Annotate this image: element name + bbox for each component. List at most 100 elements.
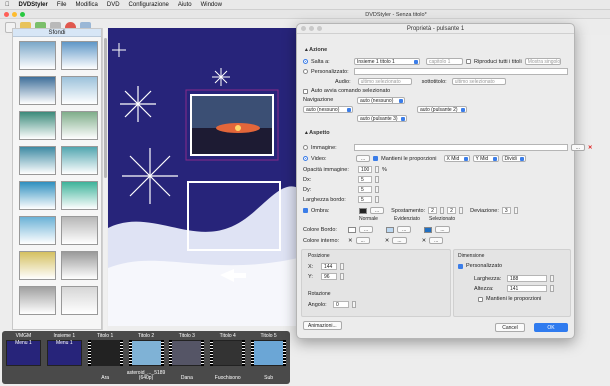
apple-icon[interactable]: 	[5, 2, 10, 8]
background-thumbnail[interactable]	[61, 216, 98, 245]
zoom-icon[interactable]	[20, 12, 25, 17]
altezza-stepper[interactable]	[550, 285, 554, 292]
x-field[interactable]: 144	[321, 263, 337, 270]
y-field[interactable]: 96	[321, 273, 337, 280]
cancel-button[interactable]: Cancel	[495, 323, 525, 332]
animazioni-button[interactable]: Animazioni...	[303, 321, 342, 330]
strip-item[interactable]: Titolo 3 Dana	[167, 333, 206, 381]
background-thumbnail[interactable]	[61, 76, 98, 105]
menu-modifica[interactable]: Modifica	[76, 2, 98, 8]
background-thumbnail[interactable]	[61, 181, 98, 210]
spostamento-y-field[interactable]: 2	[447, 207, 457, 214]
altezza-field[interactable]: 141	[507, 285, 547, 292]
angolo-stepper[interactable]	[352, 301, 356, 308]
background-thumbnail[interactable]	[19, 41, 56, 70]
immagine-browse-button[interactable]: ...	[570, 144, 585, 151]
nav-left-select[interactable]: auto (nessuno)	[303, 106, 353, 113]
menu-aiuto[interactable]: Aiuto	[178, 2, 192, 8]
strip-item[interactable]: VMGM Menu 1	[4, 333, 43, 381]
ombra-checkbox[interactable]	[303, 208, 308, 213]
personalizzato-radio[interactable]	[303, 69, 308, 74]
panel-scrollbar[interactable]	[102, 28, 107, 330]
section-azione[interactable]: ▴ Azione	[305, 47, 327, 53]
background-thumbnail[interactable]	[19, 76, 56, 105]
background-thumbnail[interactable]	[19, 181, 56, 210]
zoom-icon[interactable]	[317, 26, 322, 31]
strip-item[interactable]: Titolo 5 Sub	[249, 333, 288, 381]
bordo-normale-button[interactable]: ...	[359, 226, 374, 233]
interno-evidenziato-none-icon[interactable]: ✕	[385, 238, 390, 244]
bordo-evidenziato-button[interactable]: ...	[397, 226, 412, 233]
immagine-field[interactable]	[353, 144, 568, 151]
remove-icon[interactable]: ✕	[588, 145, 593, 151]
background-thumbnail[interactable]	[61, 286, 98, 315]
strip-item[interactable]: Titolo 1 Ara	[86, 333, 125, 381]
opacita-stepper[interactable]	[375, 166, 379, 173]
ombra-color-button[interactable]: ...	[370, 207, 385, 214]
capitolo-select[interactable]: capitolo 1	[426, 58, 463, 65]
dy-stepper[interactable]	[375, 186, 379, 193]
y-stepper[interactable]	[340, 273, 344, 280]
close-icon[interactable]	[4, 12, 9, 17]
mostra-select[interactable]: Mostra singolo	[524, 58, 561, 65]
nav-right-select[interactable]: auto (pulsante 2)	[417, 106, 467, 113]
audio-select[interactable]: ultimo selezionato	[357, 78, 412, 85]
interno-selezionato-button[interactable]: ...	[429, 237, 444, 244]
ombra-color-swatch[interactable]	[359, 207, 367, 214]
salta-a-radio[interactable]	[303, 59, 308, 64]
video-radio[interactable]	[303, 156, 308, 161]
riproduci-checkbox[interactable]	[466, 59, 471, 64]
sottotitolo-select[interactable]: ultimo selezionato	[451, 78, 506, 85]
dx-stepper[interactable]	[375, 176, 379, 183]
menu-file[interactable]: File	[57, 2, 67, 8]
salta-a-select[interactable]: Insieme 1 titolo 1	[354, 58, 420, 65]
bordo-selezionato-swatch[interactable]	[424, 226, 433, 233]
spostamento-x-stepper[interactable]	[440, 207, 445, 214]
minimize-icon[interactable]	[309, 26, 314, 31]
section-aspetto[interactable]: ▴ Aspetto	[305, 130, 330, 136]
minimize-icon[interactable]	[12, 12, 17, 17]
menu-app[interactable]: DVDStyler	[19, 2, 48, 8]
background-thumbnail[interactable]	[61, 146, 98, 175]
ok-button[interactable]: OK	[534, 323, 568, 332]
interno-normale-button[interactable]: ...	[355, 237, 370, 244]
background-thumbnail[interactable]	[61, 111, 98, 140]
bordo-normale-swatch[interactable]	[348, 226, 356, 233]
video-browse-button[interactable]: ...	[356, 155, 371, 162]
background-thumbnail[interactable]	[19, 251, 56, 280]
deviazione-field[interactable]: 3	[501, 207, 511, 214]
background-thumbnail[interactable]	[61, 41, 98, 70]
menu-configurazione[interactable]: Configurazione	[129, 2, 169, 8]
deviazione-stepper[interactable]	[513, 207, 518, 214]
dividi-select[interactable]: Dividi	[501, 155, 526, 162]
larghezza-bordo-field[interactable]: 5	[358, 196, 372, 203]
background-thumbnail[interactable]	[19, 286, 56, 315]
bordo-selezionato-button[interactable]: ...	[435, 226, 450, 233]
interno-selezionato-none-icon[interactable]: ✕	[422, 238, 427, 244]
ymid-select[interactable]: Y Mid	[472, 155, 499, 162]
menu-window[interactable]: Window	[201, 2, 222, 8]
nav-up-select[interactable]: auto (nessuno)	[357, 97, 405, 104]
nav-down-select[interactable]: auto (pulsante 3)	[357, 115, 407, 122]
background-thumbnail[interactable]	[19, 216, 56, 245]
background-thumbnail[interactable]	[19, 146, 56, 175]
angolo-field[interactable]: 0	[333, 301, 349, 308]
dy-field[interactable]: 5	[358, 186, 372, 193]
xmid-select[interactable]: X Mid	[443, 155, 470, 162]
bordo-evidenziato-swatch[interactable]	[386, 226, 395, 233]
background-thumbnail[interactable]	[19, 111, 56, 140]
strip-item[interactable]: Titolo 2 asteroid_..._5189 (640p)	[127, 333, 166, 381]
strip-item[interactable]: Titolo 4 Fuochisono	[208, 333, 247, 381]
opacita-field[interactable]: 100	[358, 166, 372, 173]
larghezza-field[interactable]: 188	[507, 275, 547, 282]
personalizzato-field[interactable]	[353, 68, 568, 75]
menu-canvas[interactable]	[108, 28, 298, 326]
dimensione-personalizzato-checkbox[interactable]	[458, 263, 463, 269]
background-thumbnail[interactable]	[61, 251, 98, 280]
dx-field[interactable]: 5	[358, 176, 372, 183]
close-icon[interactable]	[301, 26, 306, 31]
x-stepper[interactable]	[340, 263, 344, 270]
larghezza-stepper[interactable]	[550, 275, 554, 282]
scrollbar-thumb[interactable]	[104, 38, 107, 178]
interno-evidenziato-button[interactable]: ...	[392, 237, 407, 244]
